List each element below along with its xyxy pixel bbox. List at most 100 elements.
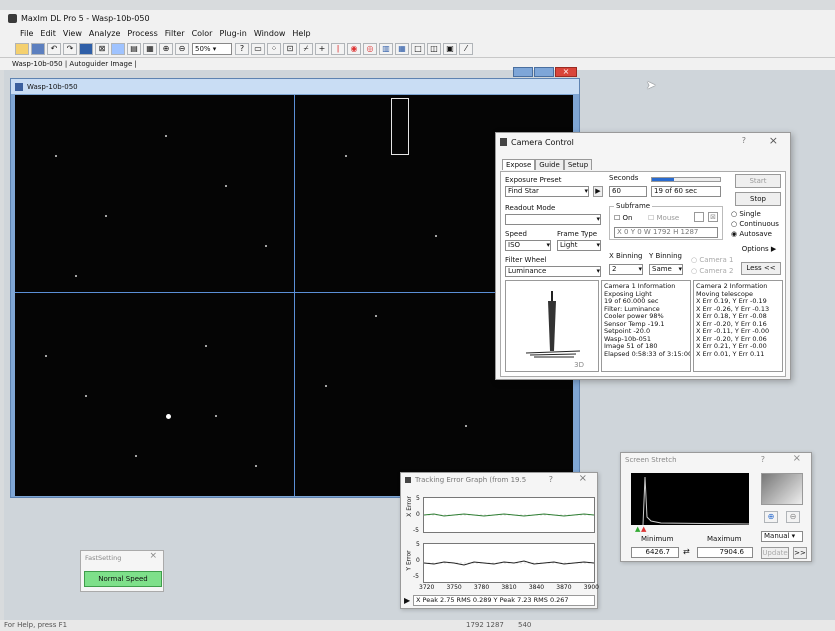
menu-help[interactable]: Help	[292, 29, 310, 38]
camera1-radio[interactable]: ○ Camera 1	[691, 256, 734, 264]
panel-icon[interactable]: ◫	[427, 42, 441, 55]
fast-setting-titlebar[interactable]: FastSetting ×	[81, 551, 163, 565]
image-window-icon	[15, 82, 23, 91]
tab-expose[interactable]: Expose	[502, 159, 536, 170]
min-marker[interactable]: ▲	[635, 525, 640, 533]
exposure-preset-select[interactable]: Find Star ▾	[505, 186, 589, 197]
histogram-icon[interactable]: ▥	[379, 42, 393, 55]
stretch-mode-select[interactable]: Manual ▾	[761, 531, 803, 542]
menu-plugin[interactable]: Plug-in	[219, 29, 246, 38]
graph-icon[interactable]: ▦	[395, 42, 409, 55]
menu-color[interactable]: Color	[192, 29, 213, 38]
subframe-select-icon[interactable]	[694, 212, 704, 222]
open-icon[interactable]	[15, 42, 29, 55]
zoom-select[interactable]: 50% ▾	[192, 42, 232, 55]
menu-file[interactable]: File	[20, 29, 33, 38]
options-button[interactable]: Options ▶	[737, 244, 781, 256]
y-tick-0: 0	[416, 557, 420, 564]
tab-label[interactable]: Wasp-10b-050 | Autoguider Image |	[12, 60, 137, 68]
close-icon[interactable]: ×	[579, 473, 587, 484]
copy-icon[interactable]: ▤	[127, 42, 141, 55]
autosave-radio[interactable]: ◉ Autosave	[731, 230, 772, 238]
curve-icon[interactable]: ⁄	[459, 42, 473, 55]
maximum-input[interactable]: 7904.6	[697, 547, 753, 558]
menu-window[interactable]: Window	[254, 29, 286, 38]
speed-select[interactable]: ISO ▾	[505, 240, 551, 251]
minimize-button[interactable]	[513, 67, 533, 77]
window-icon[interactable]: □	[411, 42, 425, 55]
y-binning-select[interactable]: Same ▾	[649, 264, 683, 275]
zoom-out-icon[interactable]: ⊖	[786, 511, 800, 523]
filter-select[interactable]: Luminance ▾	[505, 266, 601, 277]
menu-edit[interactable]: Edit	[40, 29, 56, 38]
star	[85, 395, 87, 397]
help-icon[interactable]: ?	[549, 475, 553, 484]
start-button[interactable]: Start	[735, 174, 781, 188]
stop-button[interactable]: Stop	[735, 192, 781, 206]
screen-stretch-titlebar[interactable]: Screen Stretch ? ×	[621, 453, 811, 467]
subframe-reset-icon[interactable]: ⊠	[708, 212, 718, 222]
menu-analyze[interactable]: Analyze	[89, 29, 121, 38]
link-icon[interactable]: ⊠	[95, 42, 109, 55]
stars-icon[interactable]: ⁘	[267, 42, 281, 55]
subframe-on-checkbox[interactable]: ☐ On	[614, 214, 632, 222]
help-pointer-icon[interactable]: ?	[235, 42, 249, 55]
zoom-in-icon[interactable]: ⊕	[159, 42, 173, 55]
swap-icon[interactable]: ⇄	[683, 547, 690, 556]
frame-type-label: Frame Type	[557, 230, 598, 238]
star-image[interactable]	[15, 95, 573, 496]
star-profile-3d[interactable]: 3D	[505, 280, 599, 372]
normal-speed-button[interactable]: Normal Speed	[84, 571, 162, 587]
maximize-button[interactable]	[534, 67, 554, 77]
expand-button[interactable]: >>	[793, 547, 807, 559]
tab-guide[interactable]: Guide	[535, 159, 564, 170]
help-icon[interactable]: ?	[761, 455, 765, 464]
app-title: MaxIm DL Pro 5 - Wasp-10b-050	[21, 13, 150, 23]
preset-arrow-button[interactable]: ▶	[593, 186, 603, 197]
image-window-titlebar[interactable]: Wasp-10b-050	[11, 79, 579, 94]
graph-options-arrow[interactable]: ▶	[404, 596, 410, 605]
close-button[interactable]: ×	[555, 67, 577, 77]
camera-control-titlebar[interactable]: Camera Control ? ×	[496, 133, 790, 151]
target-icon[interactable]: ◉	[347, 42, 361, 55]
thermometer-icon[interactable]: ǀ	[331, 42, 345, 55]
menu-view[interactable]: View	[63, 29, 82, 38]
redo-icon[interactable]: ↷	[63, 42, 77, 55]
menu-process[interactable]: Process	[127, 29, 157, 38]
less-button[interactable]: Less <<	[741, 262, 781, 275]
readout-mode-select[interactable]: ▾	[505, 214, 601, 225]
stop-red-icon[interactable]: ◎	[363, 42, 377, 55]
max-marker[interactable]: ▲	[641, 525, 646, 533]
close-icon[interactable]: ×	[149, 551, 157, 561]
undo-icon[interactable]: ↶	[47, 42, 61, 55]
mouse-checkbox[interactable]: ☐ Mouse	[648, 214, 679, 222]
single-radio[interactable]: ○ Single	[731, 210, 761, 218]
histogram[interactable]	[631, 473, 750, 526]
seconds-input[interactable]: 60	[609, 186, 647, 197]
info-icon[interactable]: ▭	[251, 42, 265, 55]
measure-icon[interactable]: ⊡	[283, 42, 297, 55]
close-icon[interactable]: ×	[769, 134, 778, 147]
update-button[interactable]: Update	[761, 547, 789, 559]
camera-icon[interactable]	[79, 42, 93, 55]
observatory-icon[interactable]	[111, 42, 125, 55]
tab-setup[interactable]: Setup	[563, 159, 593, 170]
help-icon[interactable]: ?	[742, 136, 746, 145]
tracking-error-titlebar[interactable]: Tracking Error Graph (from 19.5 ? ×	[401, 473, 597, 487]
continuous-radio[interactable]: ○ Continuous	[731, 220, 779, 228]
minimum-input[interactable]: 6426.7	[631, 547, 679, 558]
zoom-out-icon[interactable]: ⊖	[175, 42, 189, 55]
line-icon[interactable]: ⌿	[299, 42, 313, 55]
crosshair-icon[interactable]: +	[315, 42, 329, 55]
print-icon[interactable]: ▦	[143, 42, 157, 55]
image-icon[interactable]: ▣	[443, 42, 457, 55]
camera1-info-box: Camera 1 Information Exposing Light 19 o…	[601, 280, 691, 372]
close-icon[interactable]: ×	[793, 453, 801, 464]
save-icon[interactable]	[31, 42, 45, 55]
camera2-radio[interactable]: ○ Camera 2	[691, 267, 734, 275]
zoom-in-icon[interactable]: ⊕	[764, 511, 778, 523]
x-binning-select[interactable]: 2 ▾	[609, 264, 643, 275]
menu-filter[interactable]: Filter	[165, 29, 185, 38]
exposure-preset-value: Find Star	[508, 187, 539, 195]
frame-type-select[interactable]: Light ▾	[557, 240, 601, 251]
